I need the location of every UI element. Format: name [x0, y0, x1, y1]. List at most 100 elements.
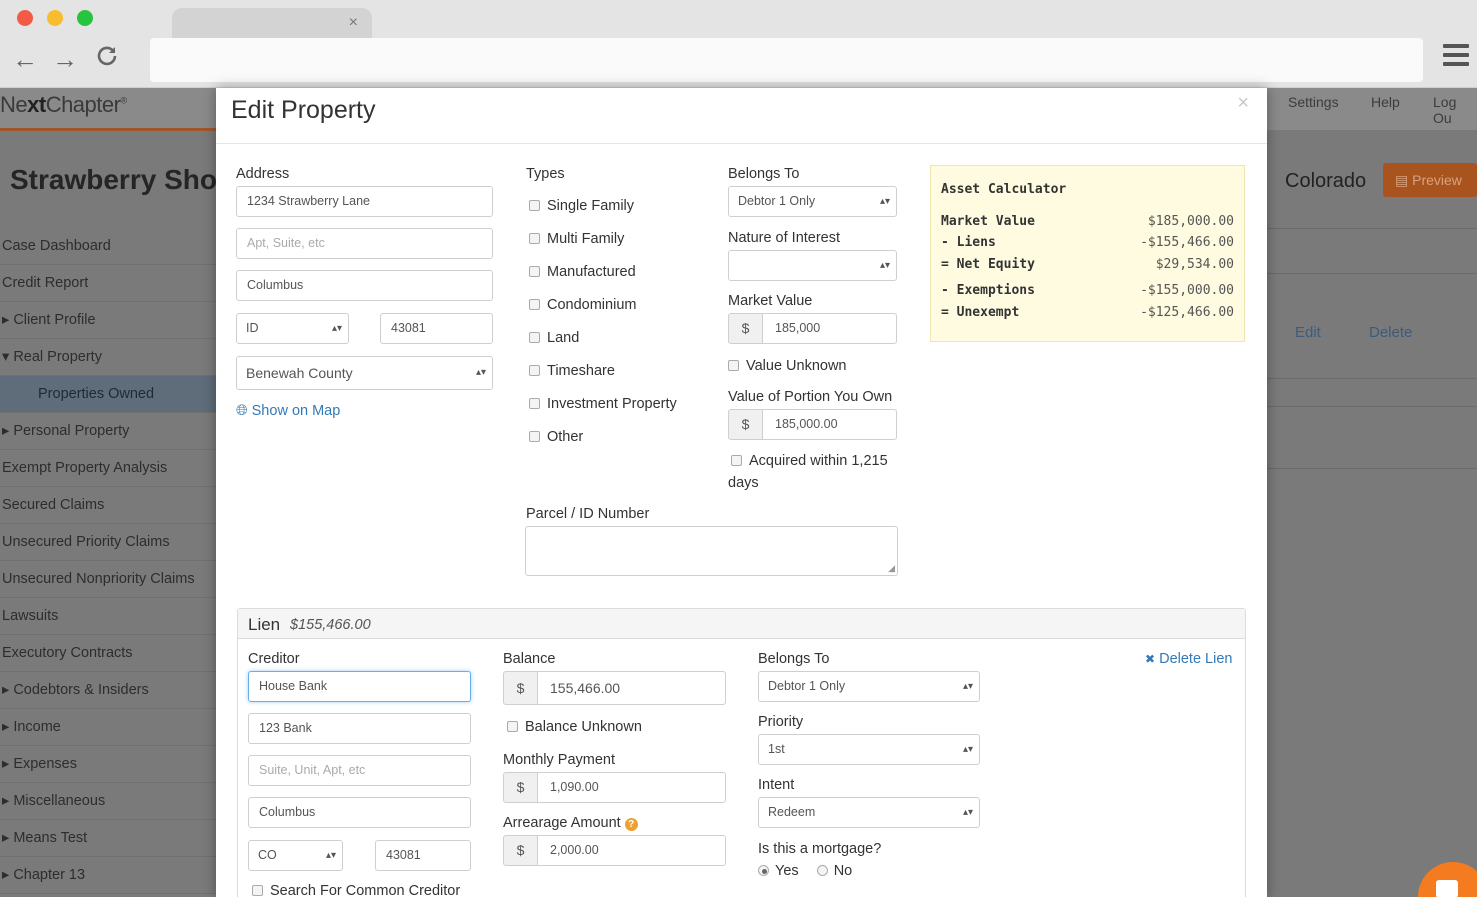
checkbox-box[interactable] [252, 885, 263, 896]
sidebar-item[interactable]: Secured Claims [0, 487, 216, 524]
reload-icon[interactable] [95, 44, 119, 74]
preview-button[interactable]: ▤ Preview [1383, 163, 1477, 197]
arrearage-field[interactable]: 2,000.00 [537, 835, 726, 866]
nature-of-interest-select[interactable]: ▴▾ [728, 250, 897, 281]
lien-belongs-to-select[interactable]: Debtor 1 Only ▴▾ [758, 671, 980, 702]
creditor-name-input[interactable]: House Bank [248, 671, 471, 702]
sidebar-item[interactable]: ▸ Income [0, 709, 216, 746]
checkbox-box[interactable] [529, 398, 540, 409]
market-value-field[interactable]: 185,000 [762, 313, 897, 344]
sidebar-item[interactable]: Case Dashboard [0, 228, 216, 265]
sidebar-item[interactable]: ▾ Real Property [0, 339, 216, 376]
tab-close-icon[interactable]: × [349, 14, 358, 32]
arrearage-input[interactable]: $ 2,000.00 [503, 835, 726, 866]
sidebar-item[interactable]: Executory Contracts [0, 635, 216, 672]
sidebar-item[interactable]: ▸ Client Profile [0, 302, 216, 339]
type-label: Timeshare [547, 363, 615, 379]
checkbox-box[interactable] [529, 200, 540, 211]
nav-settings[interactable]: Settings [1288, 94, 1339, 110]
zip-input[interactable]: 43081 [380, 313, 493, 344]
value-unknown-checkbox[interactable]: Value Unknown [728, 358, 847, 374]
balance-field[interactable]: 155,466.00 [537, 671, 726, 705]
sidebar-item[interactable]: ▸ Codebtors & Insiders [0, 672, 216, 709]
type-label: Single Family [547, 198, 635, 214]
minimize-window-icon[interactable] [47, 10, 63, 26]
apt-input[interactable]: Apt, Suite, etc [236, 228, 493, 259]
parcel-textarea[interactable]: ◢ [525, 526, 898, 576]
checkbox-box[interactable] [529, 299, 540, 310]
mortgage-question-label: Is this a mortgage? [758, 841, 882, 857]
maximize-window-icon[interactable] [77, 10, 93, 26]
checkbox-box[interactable] [529, 332, 540, 343]
monthly-payment-input[interactable]: $ 1,090.00 [503, 772, 726, 803]
county-select[interactable]: Benewah County ▴▾ [236, 356, 493, 390]
portion-value-input[interactable]: $ 185,000.00 [728, 409, 897, 440]
type-checkbox[interactable]: Multi Family [529, 231, 624, 247]
calculator-title: Asset Calculator [941, 182, 1067, 197]
sidebar-item[interactable]: ▸ Means Test [0, 820, 216, 857]
mortgage-no-radio[interactable] [816, 865, 828, 876]
type-checkbox[interactable]: Condominium [529, 297, 636, 313]
creditor-label: Creditor [248, 651, 300, 667]
checkbox-box[interactable] [529, 431, 540, 442]
sidebar-item[interactable]: ▸ Miscellaneous [0, 783, 216, 820]
forward-arrow-icon[interactable]: → [52, 44, 78, 74]
sidebar-item[interactable]: ▸ Expenses [0, 746, 216, 783]
resize-grip-icon[interactable]: ◢ [888, 563, 895, 574]
city-input[interactable]: Columbus [236, 270, 493, 301]
sidebar-item[interactable]: Properties Owned [0, 376, 216, 413]
creditor-zip-input[interactable]: 43081 [375, 840, 471, 871]
close-window-icon[interactable] [17, 10, 33, 26]
creditor-suite-input[interactable]: Suite, Unit, Apt, etc [248, 755, 471, 786]
checkbox-box[interactable] [529, 233, 540, 244]
address-bar[interactable] [150, 38, 1423, 82]
state-select[interactable]: ID ▴▾ [236, 313, 349, 344]
browser-tab[interactable]: × [172, 8, 372, 40]
sidebar-item[interactable]: Credit Report [0, 265, 216, 302]
checkbox-box[interactable] [529, 365, 540, 376]
creditor-state-select[interactable]: CO ▴▾ [248, 840, 343, 871]
edit-link[interactable]: Edit [1295, 324, 1321, 341]
checkbox-box[interactable] [507, 721, 518, 732]
select-arrows-icon: ▴▾ [962, 744, 973, 755]
help-icon[interactable]: ? [624, 818, 638, 831]
sidebar-item[interactable]: Unsecured Nonpriority Claims [0, 561, 216, 598]
balance-unknown-checkbox[interactable]: Balance Unknown [507, 719, 642, 735]
sidebar-item[interactable]: Lawsuits [0, 598, 216, 635]
market-value-input[interactable]: $ 185,000 [728, 313, 897, 344]
back-arrow-icon[interactable]: ← [12, 44, 38, 74]
monthly-payment-field[interactable]: 1,090.00 [537, 772, 726, 803]
delete-link[interactable]: Delete [1369, 324, 1412, 341]
creditor-street-input[interactable]: 123 Bank [248, 713, 471, 744]
show-on-map-link[interactable]: 🌐︎ Show on Map [236, 403, 340, 419]
type-checkbox[interactable]: Other [529, 429, 583, 445]
type-checkbox[interactable]: Manufactured [529, 264, 636, 280]
sidebar-item[interactable]: ▸ Chapter 13 [0, 857, 216, 894]
type-checkbox[interactable]: Land [529, 330, 579, 346]
type-checkbox[interactable]: Investment Property [529, 396, 677, 412]
type-checkbox[interactable]: Timeshare [529, 363, 615, 379]
creditor-city-input[interactable]: Columbus [248, 797, 471, 828]
browser-menu-icon[interactable] [1443, 44, 1469, 70]
nav-logout[interactable]: Log Ou [1433, 94, 1477, 126]
belongs-to-select[interactable]: Debtor 1 Only ▴▾ [728, 186, 897, 217]
sidebar-item[interactable]: Unsecured Priority Claims [0, 524, 216, 561]
sidebar-item[interactable]: ▸ Personal Property [0, 413, 216, 450]
acquired-within-checkbox[interactable]: Acquired within 1,215 [731, 453, 888, 469]
street-input[interactable]: 1234 Strawberry Lane [236, 186, 493, 217]
priority-select[interactable]: 1st ▴▾ [758, 734, 980, 765]
intent-select[interactable]: Redeem ▴▾ [758, 797, 980, 828]
close-icon[interactable]: × [1237, 92, 1249, 115]
sidebar-item-label: Expenses [13, 756, 77, 772]
nav-help[interactable]: Help [1371, 94, 1400, 110]
balance-input[interactable]: $ 155,466.00 [503, 671, 726, 705]
type-checkbox[interactable]: Single Family [529, 198, 634, 214]
sidebar-item[interactable]: Exempt Property Analysis [0, 450, 216, 487]
mortgage-yes-radio[interactable] [758, 865, 769, 876]
checkbox-box[interactable] [529, 266, 540, 277]
checkbox-box[interactable] [728, 360, 739, 371]
portion-value-field[interactable]: 185,000.00 [762, 409, 897, 440]
search-common-creditor-checkbox[interactable]: Search For Common Creditor [252, 883, 460, 897]
delete-lien-link[interactable]: ✖ Delete Lien [1145, 651, 1232, 667]
checkbox-box[interactable] [731, 455, 742, 466]
